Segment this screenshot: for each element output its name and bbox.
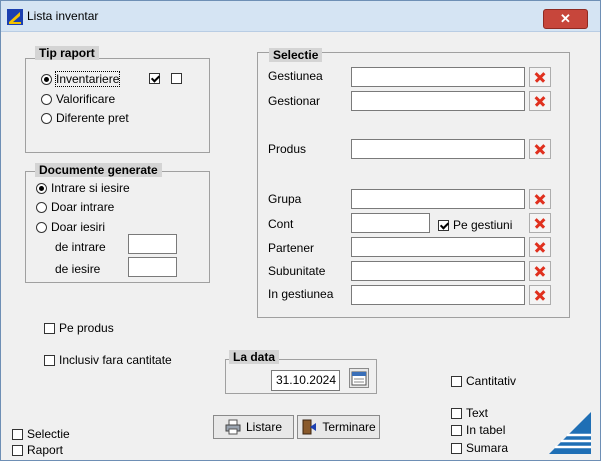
radio-inventariere[interactable]: Inventariere: [41, 71, 121, 87]
dialog-content: Tip raport Inventariere Valorificare Dif…: [1, 32, 600, 460]
documente-generate-legend: Documente generate: [35, 163, 162, 177]
gestiunea-clear-icon[interactable]: [529, 67, 551, 87]
company-logo-icon: [549, 412, 591, 454]
checkbox-box: [12, 444, 23, 456]
checkbox-box: [438, 219, 449, 231]
terminare-label: Terminare: [322, 420, 376, 434]
radio-doar-intrare[interactable]: Doar intrare: [36, 200, 114, 214]
title-bar: Lista inventar ✕: [1, 1, 600, 32]
radio-diferente-pret[interactable]: Diferente pret: [41, 111, 129, 125]
in-gestiunea-input[interactable]: [351, 285, 525, 305]
sumara-checkbox[interactable]: Sumara: [451, 441, 508, 455]
calendar-icon: [351, 371, 367, 386]
de-iesire-input[interactable]: [128, 257, 177, 277]
checkbox-box: [451, 442, 462, 454]
text-label: Text: [466, 406, 489, 420]
exit-door-icon: [301, 419, 317, 435]
in-tabel-checkbox[interactable]: In tabel: [451, 423, 505, 437]
radio-dot: [36, 201, 47, 213]
produs-input[interactable]: [351, 139, 525, 159]
partener-label: Partener: [268, 241, 315, 255]
lista-inventar-window: Lista inventar ✕ Tip raport Inventariere…: [0, 0, 601, 461]
radio-dot: [41, 112, 52, 124]
cont-clear-icon[interactable]: [529, 213, 551, 233]
radio-intrare-si-iesire[interactable]: Intrare si iesire: [36, 181, 130, 195]
inclusiv-fara-cantitate-label: Inclusiv fara cantitate: [59, 353, 172, 367]
raport-checkbox[interactable]: Raport: [12, 443, 63, 457]
selectie-checkbox[interactable]: Selectie: [12, 427, 70, 441]
produs-clear-icon[interactable]: [529, 139, 551, 159]
pe-produs-label: Pe produs: [59, 321, 114, 335]
grupa-clear-icon[interactable]: [529, 189, 551, 209]
calendar-button[interactable]: [349, 368, 369, 388]
listare-button[interactable]: Listare: [213, 415, 294, 439]
gestionar-input[interactable]: [351, 91, 525, 111]
subunitate-input[interactable]: [351, 261, 525, 281]
radio-valorificare[interactable]: Valorificare: [41, 92, 115, 106]
inclusiv-fara-cantitate-checkbox[interactable]: Inclusiv fara cantitate: [44, 353, 172, 367]
de-intrare-input[interactable]: [128, 234, 177, 254]
text-checkbox[interactable]: Text: [451, 406, 488, 420]
gestiunea-label: Gestiunea: [268, 69, 323, 83]
pe-gestiuni-label: Pe gestiuni: [453, 218, 513, 232]
radio-valorificare-label: Valorificare: [56, 92, 116, 106]
in-gestiunea-label: In gestiunea: [268, 287, 334, 301]
checkbox-box: [149, 73, 160, 84]
gestiunea-input[interactable]: [351, 67, 525, 87]
cont-input[interactable]: [351, 213, 430, 233]
radio-doar-iesiri[interactable]: Doar iesiri: [36, 220, 105, 234]
de-iesire-label: de iesire: [55, 262, 101, 276]
radio-dot: [36, 182, 47, 194]
in-gestiunea-clear-icon[interactable]: [529, 285, 551, 305]
subunitate-label: Subunitate: [268, 264, 326, 278]
sumara-label: Sumara: [466, 441, 509, 455]
partener-input[interactable]: [351, 237, 525, 257]
checkbox-box: [451, 375, 462, 387]
checkbox-box: [451, 407, 462, 419]
radio-doar-iesiri-label: Doar iesiri: [51, 220, 106, 234]
radio-inventariere-label: Inventariere: [54, 71, 121, 87]
radio-dot: [41, 73, 52, 85]
app-icon: [7, 9, 23, 25]
checkbox-box: [44, 354, 55, 366]
pe-produs-checkbox[interactable]: Pe produs: [44, 321, 114, 335]
cont-label: Cont: [268, 217, 294, 231]
gestionar-label: Gestionar: [268, 94, 321, 108]
radio-dot: [41, 93, 52, 105]
printer-icon: [225, 419, 241, 435]
selectie-option-label: Selectie: [27, 427, 70, 441]
grupa-input[interactable]: [351, 189, 525, 209]
la-data-input[interactable]: 31.10.2024: [271, 370, 340, 391]
subunitate-clear-icon[interactable]: [529, 261, 551, 281]
listare-label: Listare: [245, 420, 283, 434]
grupa-label: Grupa: [268, 192, 302, 206]
checkbox-box: [171, 73, 182, 84]
raport-label: Raport: [27, 443, 64, 457]
produs-label: Produs: [268, 142, 307, 156]
de-intrare-label: de intrare: [55, 240, 106, 254]
la-data-legend: La data: [229, 350, 280, 364]
checkbox-box: [44, 322, 55, 334]
in-tabel-label: In tabel: [466, 423, 506, 437]
checkbox-box: [12, 428, 23, 440]
radio-doar-intrare-label: Doar intrare: [51, 200, 115, 214]
cantitativ-label: Cantitativ: [466, 374, 517, 388]
radio-intrare-si-iesire-label: Intrare si iesire: [51, 181, 130, 195]
tip-raport-legend: Tip raport: [35, 46, 99, 60]
pe-gestiuni-checkbox[interactable]: Pe gestiuni: [438, 218, 512, 232]
partener-clear-icon[interactable]: [529, 237, 551, 257]
radio-dot: [36, 221, 47, 233]
inventariere-checkbox-2[interactable]: [171, 73, 186, 84]
inventariere-checkbox-1[interactable]: [149, 73, 164, 84]
window-title: Lista inventar: [27, 9, 99, 23]
selectie-legend: Selectie: [269, 48, 323, 62]
close-button[interactable]: ✕: [543, 9, 588, 29]
gestionar-clear-icon[interactable]: [529, 91, 551, 111]
terminare-button[interactable]: Terminare: [297, 415, 380, 439]
cantitativ-checkbox[interactable]: Cantitativ: [451, 374, 516, 388]
checkbox-box: [451, 424, 462, 436]
radio-diferente-pret-label: Diferente pret: [56, 111, 129, 125]
